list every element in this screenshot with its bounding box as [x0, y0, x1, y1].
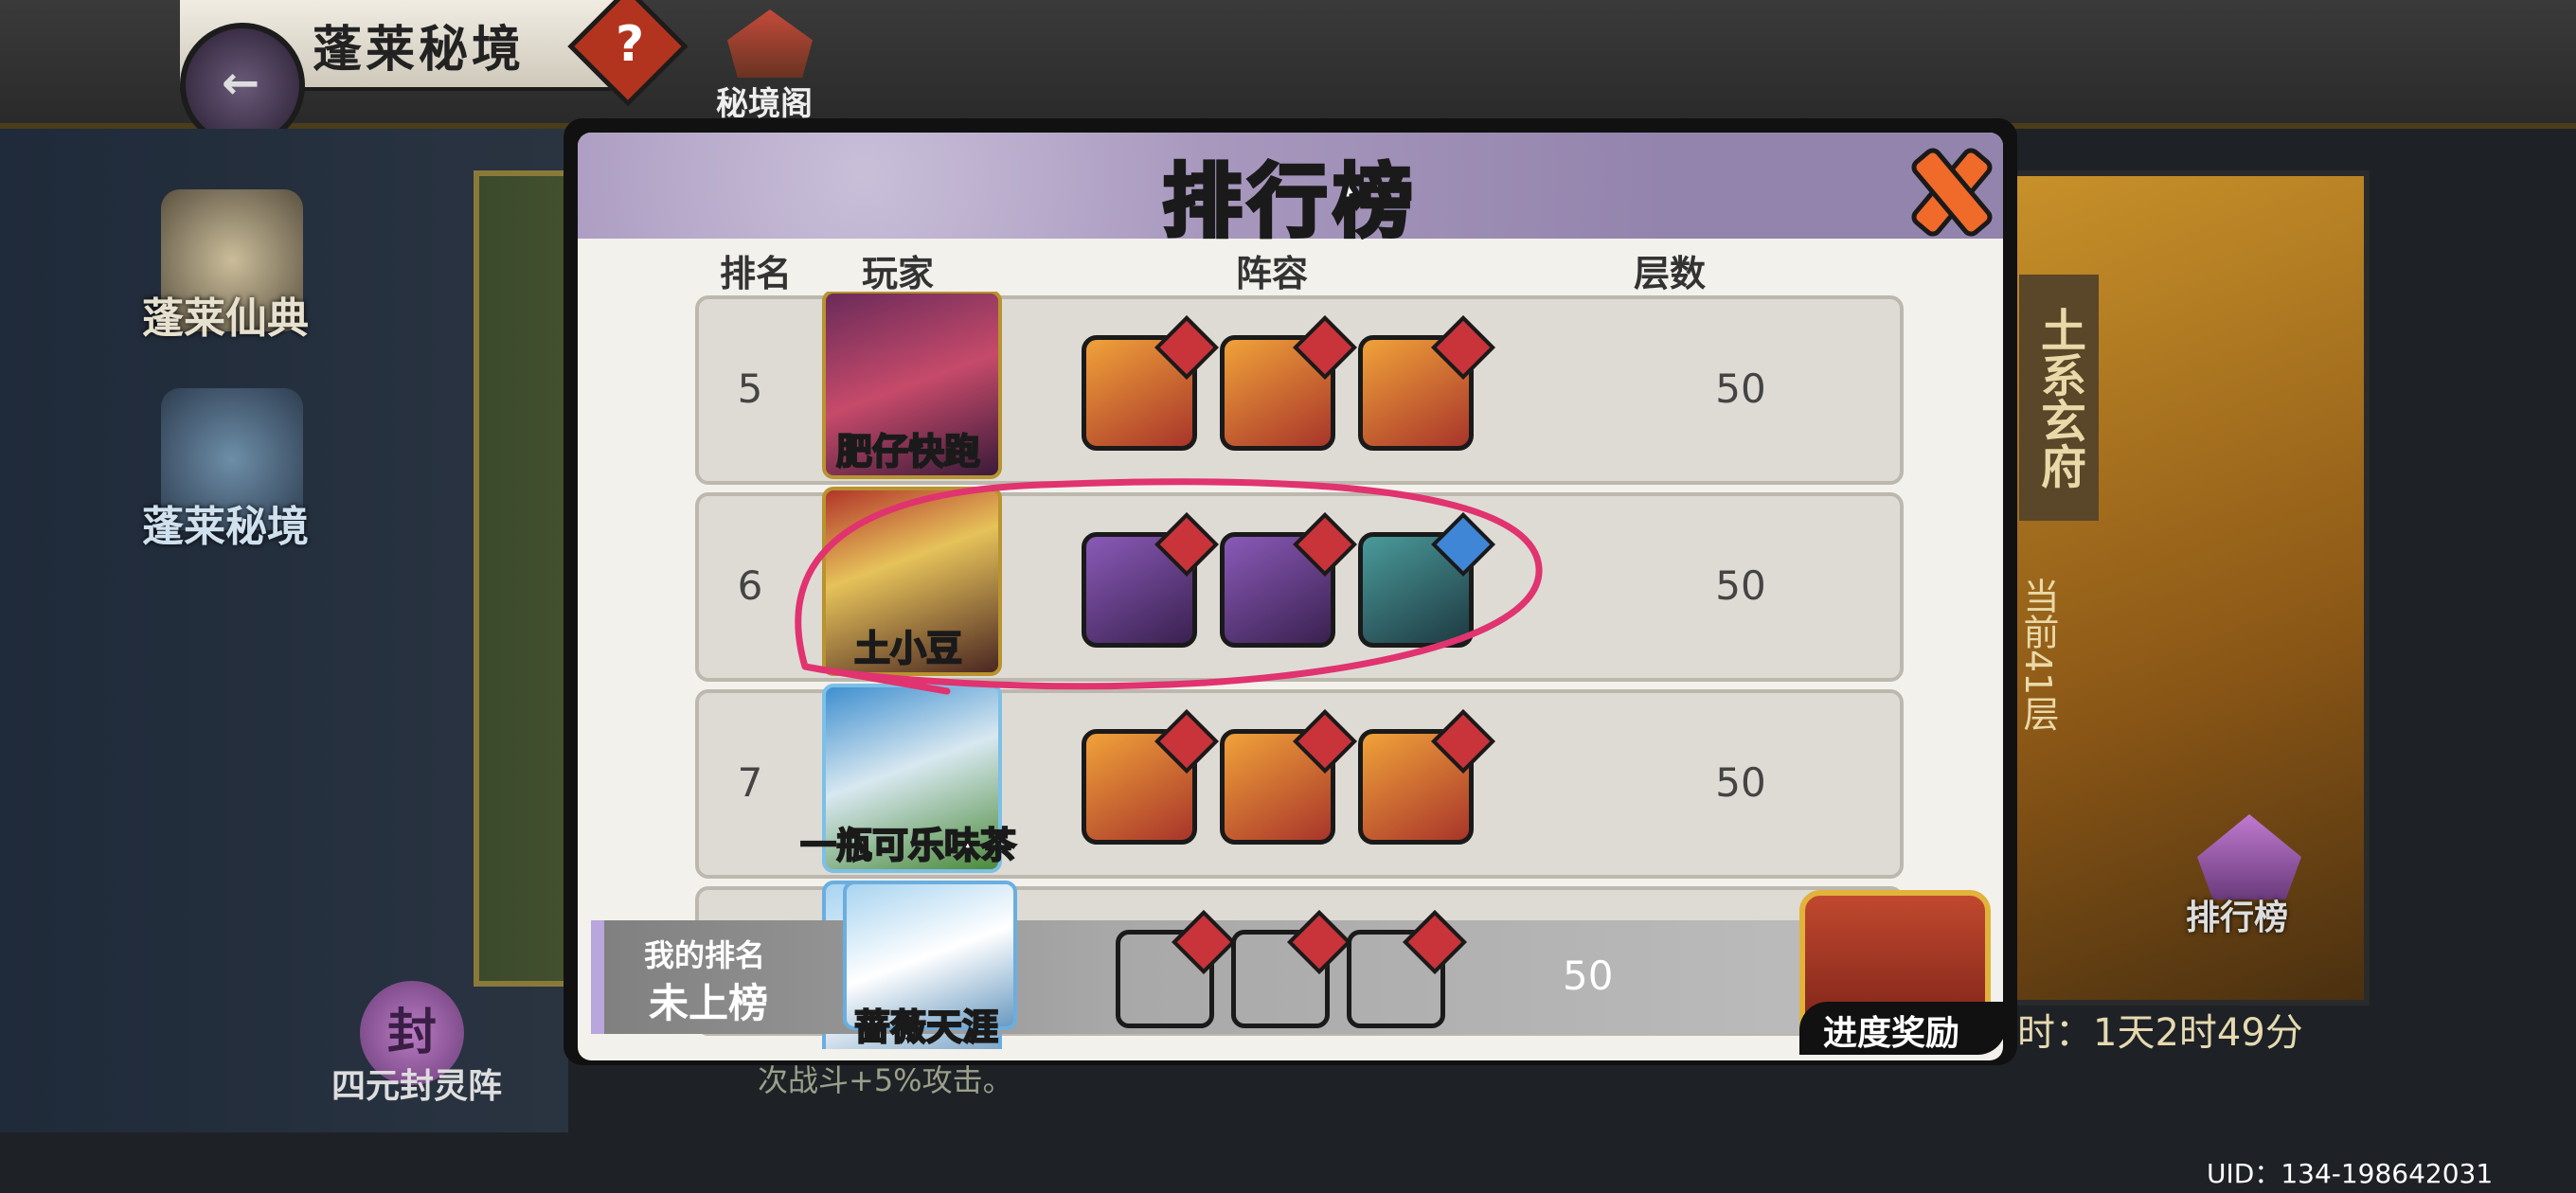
leaderboard-modal: 排行榜 排名 玩家 阵容 层数 5 肥仔快跑 50 6 土小豆 50 7 一瓶可… [578, 133, 2003, 1060]
hero-portrait[interactable] [1220, 512, 1357, 648]
hero-portrait[interactable] [1358, 512, 1495, 648]
my-rank-label: 我的排名 [644, 937, 766, 973]
hero-portrait[interactable] [1116, 910, 1236, 1028]
leaderboard-row[interactable]: 5 肥仔快跑 50 [695, 292, 1904, 485]
shield-badge-icon [1154, 512, 1219, 577]
column-header-rank: 排名 [720, 253, 793, 294]
hero-portrait[interactable] [1082, 709, 1219, 845]
help-glyph: ? [616, 15, 645, 73]
sidebar-item-penglai-realm[interactable]: 蓬莱秘境 [142, 492, 309, 553]
close-button[interactable] [1899, 140, 1996, 240]
swirl-badge-icon [1431, 709, 1495, 774]
sidebar-item-penglai-canon[interactable]: 蓬莱仙典 [142, 284, 309, 345]
swirl-badge-icon [1431, 315, 1495, 380]
floor-count: 50 [1715, 365, 1766, 412]
progress-reward-label[interactable]: 进度奖励 [1823, 1006, 1959, 1055]
swirl-badge-icon [1293, 512, 1357, 577]
back-arrow-icon: ← [222, 57, 260, 110]
realm-title: 土系玄府 [2019, 275, 2099, 521]
my-player-name: 蔷薇天涯 [853, 1006, 999, 1049]
rank-number: 6 [737, 562, 763, 609]
player-name: 土小豆 [853, 627, 963, 670]
hero-portrait[interactable] [1358, 709, 1495, 845]
player-name: 肥仔快跑 [835, 430, 981, 473]
shield-badge-icon [1154, 315, 1219, 380]
my-floor-count: 50 [1563, 953, 1614, 999]
hero-portrait[interactable] [1347, 910, 1467, 1028]
hero-portrait[interactable] [1220, 709, 1357, 845]
leaderboard-row[interactable]: 6 土小豆 50 [695, 487, 1904, 682]
secret-pavilion-label: 秘境阁 [716, 85, 813, 123]
hero-portrait[interactable] [1220, 315, 1357, 451]
leaderboard-side-label[interactable]: 排行榜 [2186, 890, 2288, 939]
uid-text: UID：134-198642031 [2207, 1158, 2494, 1189]
column-header-player: 玩家 [862, 253, 935, 294]
rank-number: 7 [737, 759, 763, 806]
seal-array-label[interactable]: 四元封灵阵 [331, 1059, 502, 1108]
swirl-badge-icon [1293, 315, 1357, 380]
swirl-badge-icon [1293, 709, 1357, 774]
leaderboard-row[interactable]: 7 一瓶可乐味茶 50 [695, 684, 1904, 879]
shield-badge-icon [1154, 709, 1219, 774]
hero-portrait[interactable] [1231, 910, 1351, 1028]
player-name: 一瓶可乐味茶 [799, 824, 1017, 867]
rank-number: 5 [737, 365, 763, 412]
hero-portrait[interactable] [1358, 315, 1495, 451]
hero-portrait[interactable] [1082, 512, 1219, 648]
countdown-text: 时：1天2时49分 [2017, 1011, 2303, 1055]
column-header-floors: 层数 [1634, 253, 1707, 294]
page-title: 蓬莱秘境 [313, 22, 526, 79]
my-rank-accent [591, 920, 604, 1034]
floor-count: 50 [1715, 759, 1766, 806]
floor-count: 50 [1715, 562, 1766, 609]
my-rank-value: 未上榜 [649, 980, 769, 1026]
shield-badge-icon [1431, 512, 1495, 577]
modal-title: 排行榜 [1160, 153, 1419, 250]
column-header-lineup: 阵容 [1236, 253, 1309, 294]
hero-portrait[interactable] [1082, 315, 1219, 451]
